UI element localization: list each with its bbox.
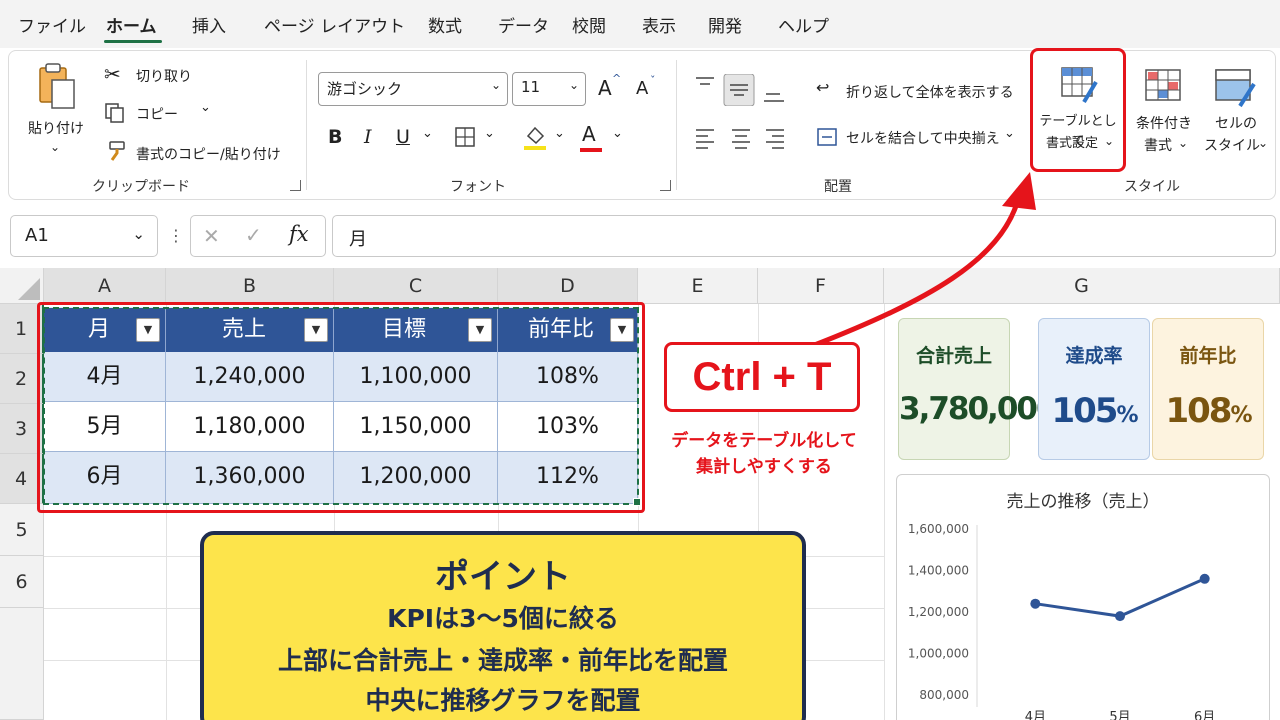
y-tick-label: 1,400,000: [908, 564, 969, 578]
kpi-card-total-sales: 合計売上 3,780,000: [898, 318, 1058, 460]
x-tick-label: 5月: [1109, 710, 1130, 720]
point-line-2: 上部に合計売上・達成率・前年比を配置: [277, 646, 728, 675]
shortcut-note-line-2: 集計しやすくする: [696, 457, 832, 477]
y-tick-label: 1,600,000: [908, 522, 969, 536]
shortcut-note-line-1: データをテーブル化して: [671, 431, 857, 451]
kpi-value: 105%: [1051, 391, 1138, 431]
y-tick-label: 1,000,000: [908, 647, 969, 661]
point-line-3: 中央に推移グラフを配置: [365, 686, 641, 715]
kpi-card-yoy: 前年比 108%: [1152, 318, 1264, 460]
data-point[interactable]: [1030, 598, 1041, 609]
chart-title: 売上の推移（売上）: [1007, 492, 1160, 512]
sales-trend-chart[interactable]: 売上の推移（売上） 800,000 1,000,000 1,200,000 1,400…: [896, 474, 1270, 720]
x-tick-label: 4月: [1025, 710, 1046, 720]
x-tick-label: 6月: [1194, 710, 1215, 720]
kpi-value: 3,780,000: [899, 391, 1058, 427]
kpi-card-achievement: 達成率 105%: [1038, 318, 1150, 460]
point-line-1: KPIは3〜5個に絞る: [387, 604, 619, 633]
kpi-label: 達成率: [1065, 345, 1123, 367]
kpi-label: 前年比: [1179, 345, 1237, 367]
chart-canvas: 売上の推移（売上） 800,000 1,000,000 1,200,000 1,400…: [908, 492, 1215, 720]
y-tick-label: 1,200,000: [908, 605, 969, 619]
point-callout: ポイント KPIは3〜5個に絞る 上部に合計売上・達成率・前年比を配置 中央に推…: [200, 531, 806, 720]
point-title: ポイント: [435, 557, 571, 597]
data-point[interactable]: [1199, 573, 1210, 584]
series-line: [1035, 577, 1206, 618]
data-point[interactable]: [1115, 611, 1125, 622]
y-tick-label: 800,000: [919, 688, 969, 702]
shortcut-callout: Ctrl + T: [664, 342, 860, 412]
kpi-label: 合計売上: [915, 345, 992, 367]
kpi-value: 108%: [1165, 391, 1252, 431]
